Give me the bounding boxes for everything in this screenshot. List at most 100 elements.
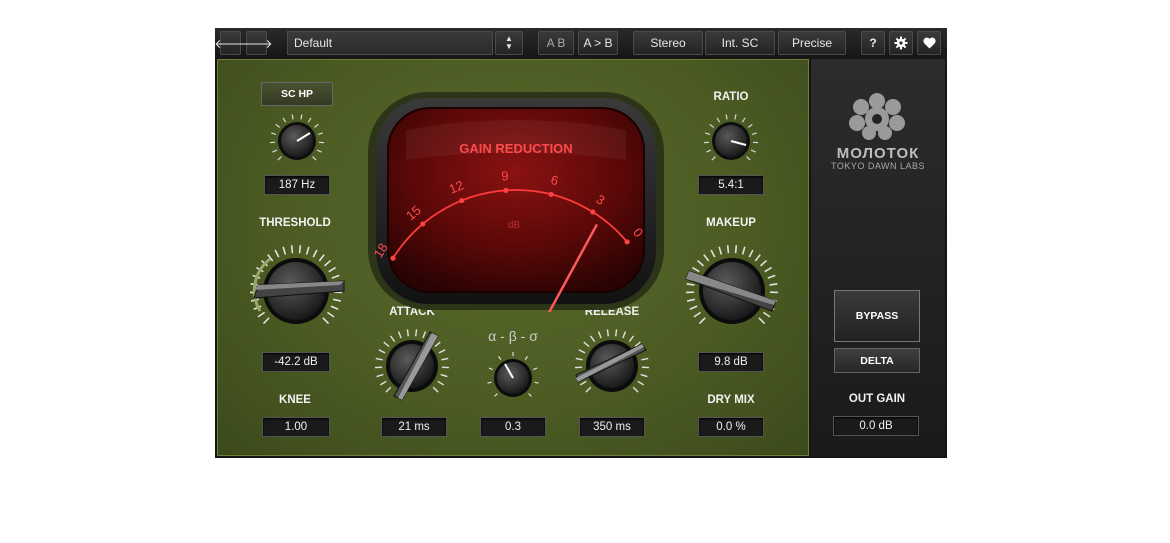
sc-hp-button[interactable]: SC HP xyxy=(261,82,333,106)
knob-tick xyxy=(751,132,757,136)
knob-tick xyxy=(438,349,446,354)
makeup-knob[interactable] xyxy=(676,235,788,347)
knob-tick xyxy=(432,386,439,393)
knob-tick xyxy=(615,329,618,337)
int-sc-button[interactable]: Int. SC xyxy=(705,31,775,55)
knee-value[interactable]: 1.00 xyxy=(262,417,330,437)
makeup-value[interactable]: 9.8 dB xyxy=(698,352,764,372)
knob-tick xyxy=(282,246,287,255)
knob-tick xyxy=(628,335,635,342)
sc-hp-value[interactable]: 187 Hz xyxy=(264,175,330,195)
help-button[interactable]: ? xyxy=(861,31,885,55)
knob-tick xyxy=(606,329,609,337)
meter-scale-dot xyxy=(390,255,396,261)
knob-tick xyxy=(383,341,390,348)
knob-tick xyxy=(769,283,778,286)
attack-knob[interactable] xyxy=(368,322,456,410)
knob-tick xyxy=(767,274,776,279)
meter-scale-label: 9 xyxy=(501,168,509,183)
meter-scale-dot xyxy=(503,187,509,193)
knob-tick xyxy=(748,249,754,258)
knob-tick xyxy=(585,386,592,393)
knob-tick xyxy=(597,331,602,339)
knob-tick xyxy=(524,356,528,361)
favorite-button[interactable] xyxy=(917,31,941,55)
knob-tick xyxy=(575,357,583,361)
vendor-name: TOKYO DAWN LABS xyxy=(830,161,926,171)
attack-value[interactable]: 21 ms xyxy=(381,417,447,437)
meter-title: GAIN REDUCTION xyxy=(459,141,572,156)
delta-button[interactable]: DELTA xyxy=(834,348,920,373)
knob-tick xyxy=(703,254,710,262)
knob-tick xyxy=(747,123,753,128)
release-knob[interactable] xyxy=(568,322,656,410)
preset-name-field[interactable]: Default xyxy=(287,31,493,55)
knob-tick xyxy=(641,357,649,361)
knob-tick xyxy=(437,380,445,386)
knob-tick xyxy=(750,149,756,153)
knob-tick xyxy=(759,259,768,267)
knob-tick xyxy=(711,156,716,161)
knob-tick xyxy=(494,393,498,397)
bypass-button[interactable]: BYPASS xyxy=(834,290,920,342)
meter-scale-dot xyxy=(548,191,554,197)
gear-icon xyxy=(894,36,908,50)
knob-tick xyxy=(686,283,695,286)
knob-tick xyxy=(709,123,715,128)
ratio-knob[interactable] xyxy=(700,110,762,172)
out-gain-value[interactable]: 0.0 dB xyxy=(833,416,919,436)
knob-tick xyxy=(693,311,702,318)
threshold-knob[interactable] xyxy=(240,235,352,347)
knob-tick xyxy=(710,249,716,258)
meter-scale-dot xyxy=(590,209,596,215)
knob-tick xyxy=(305,246,310,255)
knob-tick xyxy=(332,298,342,302)
knob-tick xyxy=(762,311,771,318)
knob-tick xyxy=(622,331,627,339)
alpha-beta-sigma-value[interactable]: 0.3 xyxy=(480,417,546,437)
knob-tick xyxy=(375,357,383,361)
toolbar: 🡐 🡒 Default ▲ ▼ A B A > B Stereo Int. SC… xyxy=(214,28,947,59)
knob-tick xyxy=(534,381,539,384)
preset-stepper[interactable]: ▲ ▼ xyxy=(495,31,523,55)
out-gain-label: OUT GAIN xyxy=(848,393,906,405)
meter-scale-dot xyxy=(459,197,465,204)
chevron-down-icon[interactable]: ▼ xyxy=(505,43,513,51)
threshold-value[interactable]: -42.2 dB xyxy=(262,352,330,372)
knob-tick xyxy=(397,331,402,339)
settings-button[interactable] xyxy=(889,31,913,55)
knob-tick xyxy=(637,380,645,386)
brand-name: МОЛОТОК xyxy=(836,145,920,162)
knob-tick xyxy=(317,132,323,136)
ratio-value[interactable]: 5.4:1 xyxy=(698,175,764,195)
knob-tick xyxy=(705,132,711,136)
knob-tick xyxy=(282,117,287,123)
knob-tick xyxy=(440,373,448,378)
knob-tick xyxy=(330,305,339,311)
knob-tick xyxy=(578,349,586,354)
tdl-flower-logo-icon xyxy=(849,93,905,140)
ratio-label: RATIO xyxy=(713,91,749,103)
alpha-beta-sigma-knob[interactable] xyxy=(483,348,543,408)
ab-toggle-button[interactable]: A B xyxy=(538,31,574,55)
precise-button[interactable]: Precise xyxy=(778,31,846,55)
knob-tick xyxy=(316,149,322,153)
knob-tick xyxy=(271,132,277,136)
threshold-label: THRESHOLD xyxy=(259,217,331,229)
release-value[interactable]: 350 ms xyxy=(579,417,645,437)
stereo-button[interactable]: Stereo xyxy=(633,31,703,55)
knob-tick xyxy=(262,317,270,325)
redo-arrow-icon[interactable]: 🡒 xyxy=(240,31,273,55)
dry-mix-value[interactable]: 0.0 % xyxy=(698,417,764,437)
knob-tick xyxy=(323,259,332,267)
alpha-beta-sigma-label: α - β - σ xyxy=(488,328,538,344)
knob-tick xyxy=(257,311,266,318)
undo-arrow-icon[interactable]: 🡐 xyxy=(214,31,247,55)
knob-tick xyxy=(533,367,538,371)
knob-tick xyxy=(275,123,281,128)
sc-hp-knob[interactable] xyxy=(266,110,328,172)
copy-a-to-b-button[interactable]: A > B xyxy=(578,31,618,55)
knob-tick xyxy=(746,156,751,161)
knob-tick xyxy=(406,329,409,337)
knob-tick xyxy=(640,373,648,378)
